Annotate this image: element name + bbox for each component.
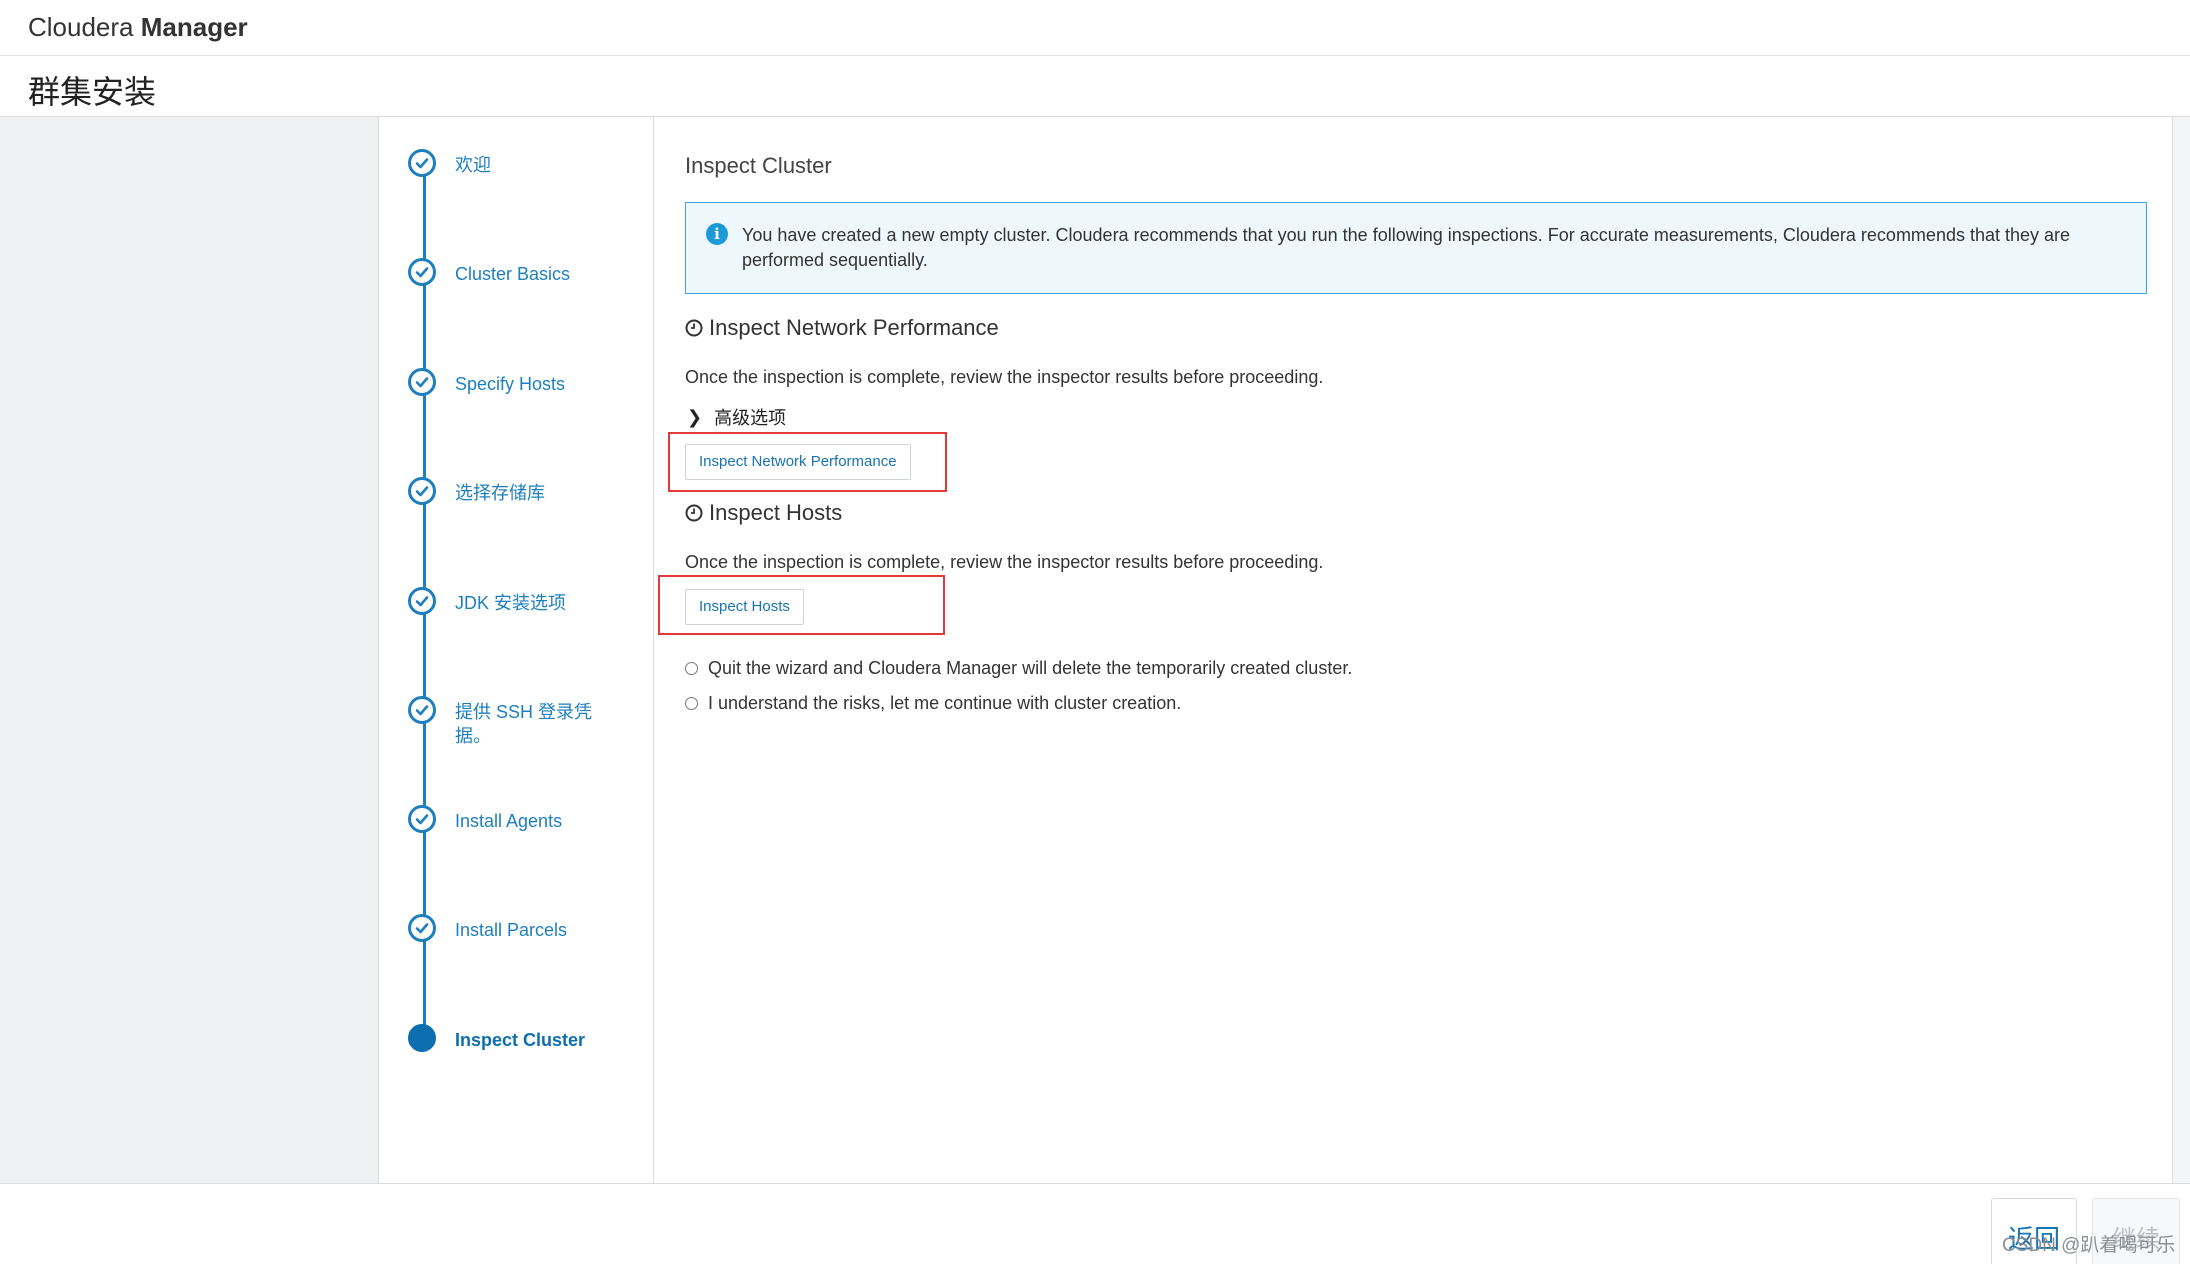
brand-name-bold: Manager (140, 12, 248, 42)
watermark: CSDN @趴着喝可乐 (2002, 1235, 2176, 1256)
step-label: 选择存储库 (455, 483, 545, 503)
app-header: Cloudera Manager (0, 0, 2190, 56)
clock-icon (685, 319, 703, 337)
inspect-hosts-button[interactable]: Inspect Hosts (685, 589, 804, 625)
step-label: Install Parcels (455, 920, 568, 940)
clock-icon (685, 504, 703, 522)
step-jdk-options[interactable]: JDK 安装选项 (408, 587, 648, 627)
network-heading: Inspect Network Performance (685, 315, 999, 341)
step-label: 提供 SSH 登录凭据。 (455, 702, 593, 746)
page-title: 群集安装 (28, 74, 157, 110)
scrollbar-track[interactable] (2172, 117, 2190, 1183)
info-alert: i You have created a new empty cluster. … (685, 202, 2147, 294)
current-step-dot-icon (408, 1024, 436, 1052)
network-description: Once the inspection is complete, review … (685, 367, 1324, 387)
step-ssh-credentials[interactable]: 提供 SSH 登录凭据。 (408, 696, 648, 752)
advanced-options-toggle[interactable]: ❯ 高级选项 (685, 404, 786, 430)
step-inspect-cluster[interactable]: Inspect Cluster (408, 1024, 648, 1064)
network-heading-text: Inspect Network Performance (709, 315, 999, 340)
check-circle-icon (408, 587, 436, 615)
check-circle-icon (408, 696, 436, 724)
step-label: 欢迎 (455, 155, 491, 175)
radio-button[interactable] (685, 697, 698, 710)
step-specify-hosts[interactable]: Specify Hosts (408, 368, 648, 408)
brand-logo[interactable]: Cloudera Manager (28, 12, 248, 43)
step-select-repository[interactable]: 选择存储库 (408, 477, 648, 517)
hosts-heading: Inspect Hosts (685, 500, 842, 526)
wizard-footer: 返回 继续 (0, 1183, 2190, 1264)
check-circle-icon (408, 149, 436, 177)
option-label: I understand the risks, let me continue … (708, 693, 1182, 713)
radio-button[interactable] (685, 662, 698, 675)
main-content: Inspect Cluster i You have created a new… (658, 117, 2148, 1183)
info-text: You have created a new empty cluster. Cl… (742, 225, 2071, 270)
step-label: Specify Hosts (455, 374, 566, 394)
option-label: Quit the wizard and Cloudera Manager wil… (708, 658, 1353, 678)
check-circle-icon (408, 477, 436, 505)
check-circle-icon (408, 368, 436, 396)
step-install-agents[interactable]: Install Agents (408, 805, 648, 845)
step-install-parcels[interactable]: Install Parcels (408, 914, 648, 954)
hosts-heading-text: Inspect Hosts (709, 500, 843, 525)
check-circle-icon (408, 258, 436, 286)
chevron-right-icon: ❯ (687, 406, 703, 427)
step-label: JDK 安装选项 (455, 593, 567, 613)
step-label: Install Agents (455, 811, 563, 831)
option-quit-wizard[interactable]: Quit the wizard and Cloudera Manager wil… (685, 658, 1352, 679)
step-welcome[interactable]: 欢迎 (408, 149, 648, 189)
check-circle-icon (408, 805, 436, 833)
advanced-options-label: 高级选项 (714, 408, 787, 428)
wizard-steps: 欢迎 Cluster Basics Specify Hosts 选择存储库 JD… (380, 117, 654, 1183)
section-title: Inspect Cluster (685, 153, 832, 178)
check-circle-icon (408, 914, 436, 942)
step-cluster-basics[interactable]: Cluster Basics (408, 258, 648, 298)
step-label: Inspect Cluster (455, 1030, 586, 1050)
inspect-network-button[interactable]: Inspect Network Performance (685, 444, 911, 480)
step-label: Cluster Basics (455, 264, 571, 284)
option-continue[interactable]: I understand the risks, let me continue … (685, 693, 1181, 714)
left-gutter (0, 117, 379, 1183)
info-icon: i (706, 223, 728, 245)
title-bar: 群集安装 (0, 57, 2190, 117)
brand-name: Cloudera (28, 12, 141, 42)
hosts-description: Once the inspection is complete, review … (685, 552, 1324, 572)
